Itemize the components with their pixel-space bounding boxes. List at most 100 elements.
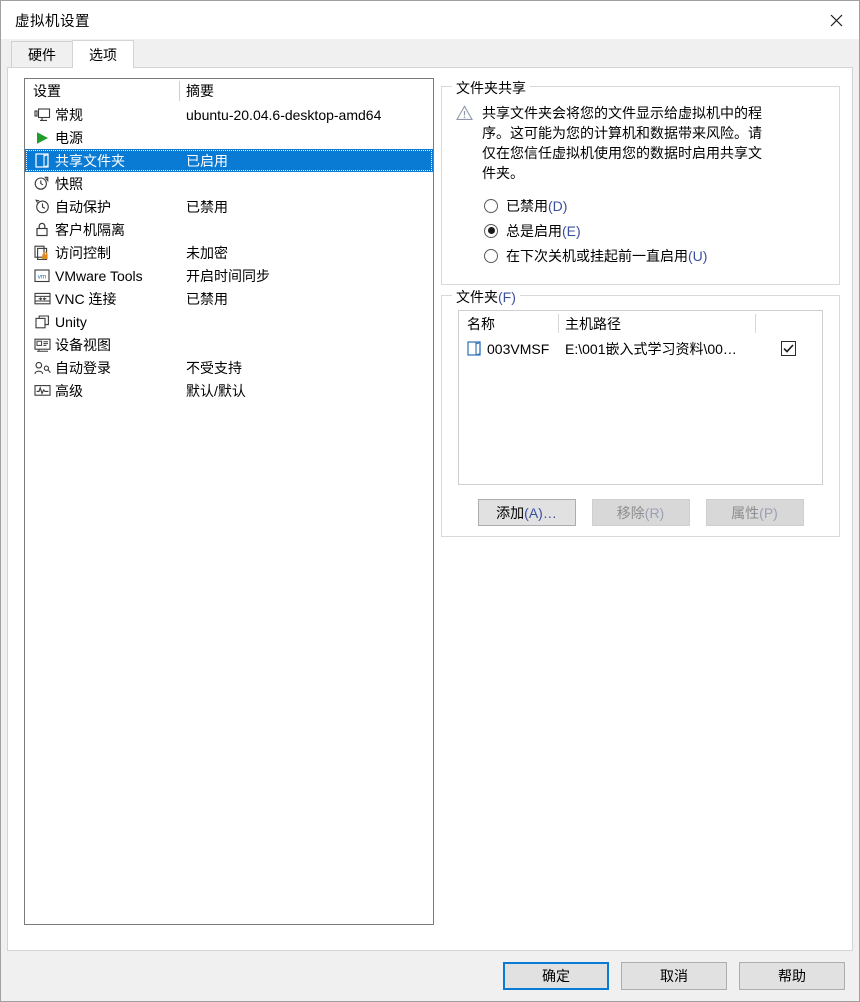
button-accel: (A)… [524,504,557,521]
radio-indicator[interactable] [484,198,498,213]
button-label: 移除 [616,504,645,521]
vnc-icon [31,292,53,306]
folder-sharing-group: 文件夹共享 共享文件夹会将您的文件显示给虚拟机中的程序。这可能为您的计算机和数据… [441,78,840,285]
settings-row-快照[interactable]: 快照 [25,172,433,195]
folders-rows: 003VMSF E:\001嵌入式学习资料\00… [459,336,822,361]
sharing-radio-accel: (E) [562,222,581,239]
sharing-radio-2[interactable]: 在下次关机或挂起前一直启用 (U) [484,243,839,268]
settings-row-label: 设备视图 [55,336,111,353]
folders-table[interactable]: 名称 主机路径 003VMSF E:\001嵌入式学习资料\00… [458,310,823,485]
title-bar: 虚拟机设置 [1,1,859,39]
lock-icon [31,222,53,237]
column-divider-1 [558,314,559,333]
settings-row-unity[interactable]: Unity [25,310,433,333]
sharing-warning: 共享文件夹会将您的文件显示给虚拟机中的程序。这可能为您的计算机和数据带来风险。请… [456,103,823,183]
sharing-radio-1[interactable]: 总是启用 (E) [484,218,839,243]
cancel-button[interactable]: 取消 [621,962,727,990]
folders-header-name: 名称 [467,315,495,332]
header-setting: 设置 [33,83,61,99]
settings-listbox[interactable]: 设置 摘要 常规 ubuntu-20.04.6-desktop-amd64 电源共享… [24,78,434,925]
folders-header-path: 主机路径 [565,315,621,332]
settings-row-label: 自动保护 [55,198,111,215]
settings-row-label: 访问控制 [55,244,111,261]
folder-properties-button: 属性 (P) [705,499,804,526]
settings-row-客户机隔离[interactable]: 客户机隔离 [25,218,433,241]
settings-row-summary: 未加密 [186,244,228,261]
vm-settings-dialog: 虚拟机设置 硬件 选项 设置 摘要 常规 ubuntu-20.04.6-deskt… [0,0,860,1002]
access-control-icon [31,245,53,260]
settings-list-header: 设置 摘要 [25,79,433,103]
settings-row-label: VMware Tools [55,267,143,284]
sharing-radio-label: 总是启用 [506,222,562,239]
folders-table-header: 名称 主机路径 [459,311,822,336]
radio-indicator[interactable] [484,223,498,238]
warning-triangle-icon [456,103,482,183]
radio-indicator[interactable] [484,248,498,263]
monitor-icon [31,107,53,122]
folder-enabled-checkbox[interactable] [781,341,796,356]
settings-row-设备视图[interactable]: 设备视图 [25,333,433,356]
settings-row-label: VNC 连接 [55,290,117,307]
folder-sharing-group-title: 文件夹共享 [452,78,530,98]
sharing-radio-0[interactable]: 已禁用 (D) [484,193,839,218]
settings-row-summary: 已启用 [186,152,228,169]
folder-name-cell: 003VMSF [459,341,559,357]
folders-group: 文件夹(F) 名称 主机路径 003VMSF E:\001嵌入式学习资料\00… … [441,287,840,537]
dialog-footer: 确定 取消 帮助 [1,951,859,1001]
sharing-mode-radio-group: 已禁用 (D) 总是启用 (E) 在下次关机或挂起前一直启用 (U) [484,193,839,268]
power-play-icon [31,131,53,145]
shared-folder-icon [31,153,53,168]
settings-row-label: 客户机隔离 [55,221,125,238]
settings-row-summary: 默认/默认 [186,382,246,399]
settings-row-label: 共享文件夹 [55,152,125,169]
tab-options[interactable]: 选项 [72,40,134,68]
settings-row-访问控制[interactable]: 访问控制 未加密 [25,241,433,264]
add-folder-button[interactable]: 添加 (A)… [477,499,576,526]
button-label: 属性 [731,504,760,521]
settings-row-vmware-tools[interactable]: vm VMware Tools 开启时间同步 [25,264,433,287]
folder-enabled-cell[interactable] [755,341,822,356]
close-icon[interactable] [813,1,859,39]
settings-row-label: 自动登录 [55,359,111,376]
settings-row-常规[interactable]: 常规 ubuntu-20.04.6-desktop-amd64 [25,103,433,126]
button-label: 添加 [496,504,525,521]
settings-row-label: 电源 [55,129,83,146]
settings-row-电源[interactable]: 电源 [25,126,433,149]
tab-strip: 硬件 选项 [1,39,859,68]
settings-row-label: 常规 [55,106,83,123]
help-button[interactable]: 帮助 [739,962,845,990]
settings-row-自动保护[interactable]: 自动保护 已禁用 [25,195,433,218]
settings-row-summary: 不受支持 [186,359,242,376]
settings-rows: 常规 ubuntu-20.04.6-desktop-amd64 电源共享文件夹 已启用… [25,103,433,402]
settings-row-高级[interactable]: 高级 默认/默认 [25,379,433,402]
settings-row-label: 高级 [55,382,83,399]
unity-icon [31,314,53,329]
settings-row-label: 快照 [55,175,83,192]
tab-hardware[interactable]: 硬件 [11,41,73,67]
vmware-tools-icon: vm [31,268,53,283]
settings-row-vnc-连接[interactable]: VNC 连接 已禁用 [25,287,433,310]
sharing-radio-label: 已禁用 [506,197,548,214]
window-title: 虚拟机设置 [15,13,90,30]
remove-folder-button: 移除 (R) [591,499,690,526]
settings-row-summary: 已禁用 [186,290,228,307]
button-accel: (P) [759,504,778,521]
svg-text:vm: vm [38,273,47,280]
settings-row-summary: 已禁用 [186,198,228,215]
folder-table-row[interactable]: 003VMSF E:\001嵌入式学习资料\00… [459,336,822,361]
folder-name-text: 003VMSF [487,340,550,357]
folder-path-cell: E:\001嵌入式学习资料\00… [565,340,737,357]
auto-login-icon [31,361,53,375]
settings-list-column: 设置 摘要 常规 ubuntu-20.04.6-desktop-amd64 电源共享… [8,68,434,950]
sharing-radio-accel: (U) [688,247,708,264]
sharing-radio-accel: (D) [548,197,568,214]
button-accel: (R) [644,504,665,521]
column-divider-2 [755,314,756,333]
settings-row-共享文件夹[interactable]: 共享文件夹 已启用 [25,149,433,172]
folders-group-accel: (F) [498,289,516,305]
ok-button[interactable]: 确定 [503,962,609,990]
sharing-warning-text: 共享文件夹会将您的文件显示给虚拟机中的程序。这可能为您的计算机和数据带来风险。请… [482,105,762,181]
settings-row-自动登录[interactable]: 自动登录 不受支持 [25,356,433,379]
folder-action-buttons: 添加 (A)… 移除 (R) 属性 (P) [442,499,839,526]
folders-group-label: 文件夹 [456,289,498,305]
